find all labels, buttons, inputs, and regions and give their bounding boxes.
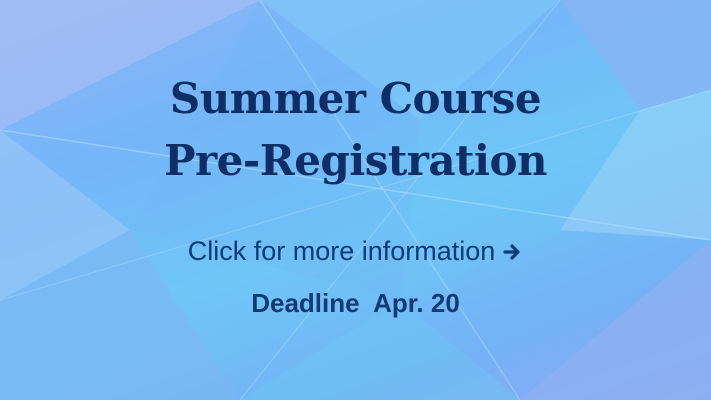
deadline-text: Deadline Apr. 20: [251, 288, 460, 318]
right-arrow-icon: [503, 243, 520, 260]
cta-label: Click for more information: [187, 236, 496, 266]
title-line-summer-course: Summer Course: [169, 74, 542, 123]
promo-banner[interactable]: Summer Course Pre-Registration Click for…: [0, 0, 711, 400]
title-line-pre-registration: Pre-Registration: [163, 136, 548, 185]
background-polygons: [0, 0, 711, 400]
more-information-link[interactable]: Click for more information: [0, 236, 711, 267]
